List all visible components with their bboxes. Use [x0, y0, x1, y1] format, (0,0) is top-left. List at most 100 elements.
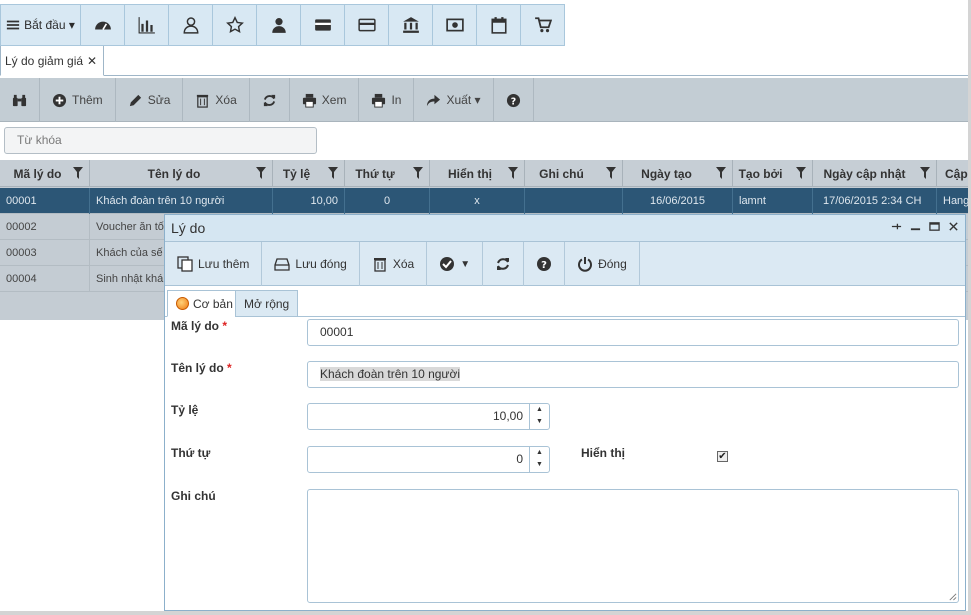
name-field[interactable]: Khách đoàn trên 10 người [307, 361, 959, 388]
dashboard-button[interactable] [80, 5, 124, 45]
code-field[interactable]: 00001 [307, 319, 959, 346]
print-button[interactable]: In [359, 78, 415, 122]
name-value: Khách đoàn trên 10 người [320, 367, 460, 381]
column-header[interactable]: Mã lý do [0, 160, 90, 187]
rate-field[interactable]: 10,00 ▲ ▼ [307, 403, 550, 430]
filter-icon[interactable] [716, 167, 726, 179]
column-header[interactable]: Tên lý do [90, 160, 273, 187]
required-mark: * [222, 319, 228, 333]
payment-card-button[interactable] [344, 5, 388, 45]
find-button[interactable] [0, 78, 40, 122]
filter-icon[interactable] [256, 167, 266, 179]
money-button[interactable] [432, 5, 476, 45]
dialog-refresh-button[interactable] [483, 242, 525, 286]
user-outline-button[interactable] [168, 5, 212, 45]
hdd-icon [274, 258, 291, 271]
add-button[interactable]: Thêm [40, 78, 116, 122]
trash-icon [373, 258, 386, 272]
note-textarea[interactable] [307, 489, 959, 603]
column-header[interactable]: Tạo bởi [733, 160, 813, 187]
pencil-icon [129, 94, 141, 106]
report-button[interactable] [124, 5, 168, 45]
column-header[interactable]: Thứ tự [345, 160, 430, 187]
table-row[interactable]: 00001 Khách đoàn trên 10 người 10,00 0 x… [0, 188, 968, 214]
dialog-delete-button[interactable]: Xóa [360, 242, 428, 286]
delete-button[interactable]: Xóa [183, 78, 250, 122]
table-cell: 00001 [0, 188, 90, 214]
maximize-icon[interactable] [929, 221, 940, 232]
table-cell: 00002 [0, 214, 90, 240]
help-button[interactable]: ? [494, 78, 534, 122]
filter-icon[interactable] [413, 167, 423, 179]
question-circle-icon: ? [506, 93, 520, 107]
save-close-button[interactable]: Lưu đóng [262, 242, 360, 286]
user-button[interactable] [256, 5, 300, 45]
orange-orb-icon [176, 297, 189, 310]
export-label: Xuất ▾ [446, 93, 481, 107]
dialog-help-button[interactable]: ? [524, 242, 566, 286]
column-header[interactable]: Ngày tạo [623, 160, 733, 187]
trash-icon [197, 94, 209, 108]
export-button[interactable]: Xuất ▾ [414, 78, 494, 122]
visible-checkbox[interactable]: ✔ [717, 451, 728, 462]
minimize-icon[interactable] [910, 221, 921, 232]
search-input[interactable]: Từ khóa [4, 127, 317, 154]
favorite-button[interactable] [212, 5, 256, 45]
dialog-toolbar: Lưu thêm Lưu đóng Xóa ▼ ? Đóng [165, 242, 965, 286]
dashboard-icon [94, 21, 111, 30]
tab-extended-label: Mở rộng [244, 296, 290, 311]
chevron-down-icon: ▼ [460, 258, 471, 270]
start-menu-button[interactable]: Bắt đầu ▾ [1, 5, 80, 45]
rate-stepper[interactable]: ▲ ▼ [529, 404, 549, 429]
card-button[interactable] [300, 5, 344, 45]
column-header[interactable]: Ngày cập nhật [813, 160, 937, 187]
svg-text:?: ? [541, 260, 547, 271]
filter-icon[interactable] [796, 167, 806, 179]
table-cell: 00003 [0, 240, 90, 266]
filter-icon[interactable] [73, 167, 83, 179]
grid-header: Mã lý do Tên lý do Tỷ lệ Thứ tự Hiển thị… [0, 160, 968, 187]
check-circle-icon [440, 257, 455, 271]
view-button[interactable]: Xem [290, 78, 360, 122]
dialog-close-button[interactable]: Đóng [565, 242, 640, 286]
refresh-button[interactable] [250, 78, 290, 122]
table-cell: Khách đoàn trên 10 người [90, 188, 273, 214]
filter-icon[interactable] [606, 167, 616, 179]
order-field[interactable]: 0 ▲ ▼ [307, 446, 550, 473]
filter-icon[interactable] [920, 167, 930, 179]
filter-icon[interactable] [508, 167, 518, 179]
shopping-cart-icon [534, 17, 552, 33]
delete-label: Xóa [215, 93, 237, 107]
bank-button[interactable] [388, 5, 432, 45]
view-label: Xem [321, 93, 347, 107]
power-icon [578, 257, 593, 272]
approve-dropdown-button[interactable]: ▼ [427, 242, 484, 286]
dialog-titlebar[interactable]: Lý do [165, 215, 965, 242]
column-header[interactable]: Tỷ lệ [273, 160, 345, 187]
star-icon [225, 16, 244, 34]
column-header[interactable]: Ghi chú [525, 160, 623, 187]
tab-strip: Lý do giảm giá ✕ [0, 46, 968, 76]
tab-basic-label: Cơ bản [193, 296, 233, 311]
save-new-button[interactable]: Lưu thêm [165, 242, 263, 286]
column-header[interactable]: Cập [937, 160, 968, 187]
calendar-button[interactable] [476, 5, 520, 45]
cart-button[interactable] [520, 5, 564, 45]
reason-dialog: Lý do Lưu thêm Lưu đóng Xóa ▼ ? Đóng Cơ … [164, 214, 966, 611]
order-stepper[interactable]: ▲ ▼ [529, 447, 549, 472]
printer-icon [372, 93, 386, 108]
resize-handle-icon[interactable] [948, 592, 957, 601]
tab-basic[interactable]: Cơ bản [167, 290, 242, 317]
column-header[interactable]: Hiển thị [430, 160, 525, 187]
tab-extended[interactable]: Mở rộng [235, 290, 299, 317]
filter-icon[interactable] [328, 167, 338, 179]
table-cell: lamnt [733, 188, 813, 214]
close-icon[interactable]: ✕ [87, 54, 97, 68]
tab-discount-reason[interactable]: Lý do giảm giá ✕ [0, 46, 104, 76]
edit-button[interactable]: Sửa [116, 78, 184, 122]
add-label: Thêm [72, 93, 103, 107]
note-label: Ghi chú [171, 489, 216, 503]
close-icon[interactable] [948, 221, 959, 232]
binoculars-icon [12, 94, 27, 106]
pin-icon[interactable] [891, 221, 902, 232]
